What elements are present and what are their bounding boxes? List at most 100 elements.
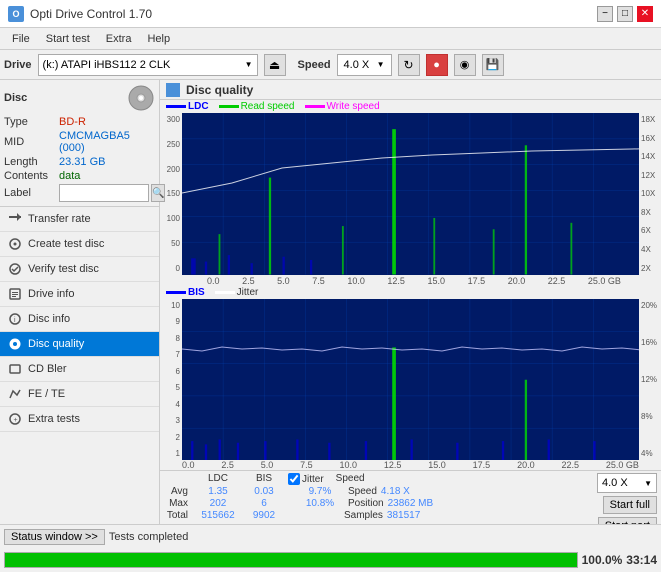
speed-dropdown-value: 4.0 X bbox=[602, 477, 628, 489]
start-full-button[interactable]: Start full bbox=[603, 496, 657, 514]
status-left: Status window >> Tests completed 100.0% … bbox=[0, 525, 661, 572]
title-bar-left: O Opti Drive Control 1.70 bbox=[8, 6, 152, 22]
eject-button[interactable]: ⏏ bbox=[264, 54, 286, 76]
bis-color-swatch bbox=[166, 291, 186, 294]
length-value: 23.31 GB bbox=[59, 156, 105, 168]
disc2-icon[interactable]: ◉ bbox=[454, 54, 476, 76]
verify-disc-icon bbox=[8, 262, 22, 276]
label-label: Label bbox=[4, 187, 59, 199]
upper-y-axis-left: 300 250 200 150 100 50 0 bbox=[160, 113, 182, 275]
total-ldc-value: 515662 bbox=[192, 510, 244, 521]
speed-select[interactable]: 4.0 X ▼ bbox=[337, 54, 392, 76]
lower-y-axis-left: 10 9 8 7 6 5 4 3 2 1 bbox=[160, 299, 182, 461]
maximize-button[interactable]: □ bbox=[617, 6, 633, 22]
progress-bar bbox=[4, 552, 578, 568]
svg-text:i: i bbox=[14, 317, 16, 324]
mid-value: CMCMAGBA5 (000) bbox=[59, 130, 155, 154]
verify-test-disc-label: Verify test disc bbox=[28, 263, 99, 275]
legend-ldc: LDC bbox=[166, 101, 209, 112]
close-button[interactable]: ✕ bbox=[637, 6, 653, 22]
max-ldc-value: 202 bbox=[192, 498, 244, 509]
status-section: Status window >> Tests completed 100.0% … bbox=[0, 524, 661, 572]
stats-bottom-bar: LDC BIS Jitter Speed Avg 1.35 0.03 9.7% … bbox=[160, 470, 661, 524]
lower-chart-bg bbox=[182, 299, 639, 461]
disc-mid-row: MID CMCMAGBA5 (000) bbox=[4, 130, 155, 154]
svg-text:+: + bbox=[14, 417, 18, 424]
disc-graphic bbox=[127, 84, 155, 112]
samples-value: 381517 bbox=[387, 510, 420, 521]
legend-bis: BIS bbox=[166, 287, 205, 298]
position-label-stats: Position bbox=[348, 498, 384, 509]
total-bis-value: 9902 bbox=[244, 510, 284, 521]
sidebar-item-extra-tests[interactable]: + Extra tests bbox=[0, 407, 159, 432]
refresh-icon[interactable]: ↻ bbox=[398, 54, 420, 76]
status-bottom-row: 100.0% 33:14 bbox=[0, 549, 661, 572]
avg-speed-value: 4.18 X bbox=[381, 486, 410, 497]
elapsed-time: 33:14 bbox=[626, 553, 657, 567]
contents-value: data bbox=[59, 170, 80, 182]
menu-file[interactable]: File bbox=[4, 31, 38, 47]
sidebar-item-transfer-rate[interactable]: Transfer rate bbox=[0, 207, 159, 232]
total-row-label: Total bbox=[164, 510, 192, 521]
disc-header: Disc bbox=[4, 84, 155, 112]
stats-col-headers: LDC BIS Jitter Speed bbox=[192, 473, 589, 485]
read-speed-legend-label: Read speed bbox=[241, 101, 295, 112]
title-bar: O Opti Drive Control 1.70 − □ ✕ bbox=[0, 0, 661, 28]
drive-select[interactable]: (k:) ATAPI iHBS112 2 CLK ▼ bbox=[38, 54, 258, 76]
jitter-checkbox[interactable] bbox=[288, 473, 300, 485]
cd-bler-icon bbox=[8, 362, 22, 376]
menu-bar: File Start test Extra Help bbox=[0, 28, 661, 50]
progress-bar-fill bbox=[5, 553, 577, 567]
disc-quality-title: Disc quality bbox=[186, 83, 253, 97]
title-controls: − □ ✕ bbox=[597, 6, 653, 22]
speed-dropdown[interactable]: 4.0 X ▼ bbox=[597, 473, 657, 493]
sidebar-item-fe-te[interactable]: FE / TE bbox=[0, 382, 159, 407]
stats-right-controls: 4.0 X ▼ Start full Start part bbox=[597, 473, 657, 524]
bis-col-header: BIS bbox=[244, 473, 284, 485]
legend-write-speed: Write speed bbox=[305, 101, 380, 112]
disc-contents-row: Contents data bbox=[4, 170, 155, 182]
jitter-header-with-check: Jitter bbox=[288, 473, 324, 485]
drive-select-value: (k:) ATAPI iHBS112 2 CLK bbox=[43, 59, 171, 71]
app-title: Opti Drive Control 1.70 bbox=[30, 7, 152, 21]
sidebar-item-disc-info[interactable]: i Disc info bbox=[0, 307, 159, 332]
menu-start-test[interactable]: Start test bbox=[38, 31, 98, 47]
max-jitter-value: 10.8% bbox=[300, 498, 340, 509]
cd-bler-label: CD Bler bbox=[28, 363, 67, 375]
save-icon[interactable]: 💾 bbox=[482, 54, 504, 76]
disc-info-icon: i bbox=[8, 312, 22, 326]
avg-bis-value: 0.03 bbox=[244, 486, 284, 497]
drive-bar: Drive (k:) ATAPI iHBS112 2 CLK ▼ ⏏ Speed… bbox=[0, 50, 661, 80]
ldc-col-header: LDC bbox=[192, 473, 244, 485]
position-value: 23862 MB bbox=[388, 498, 434, 509]
start-part-button[interactable]: Start part bbox=[598, 517, 657, 524]
speed-label-stats: Speed bbox=[348, 486, 377, 497]
label-input[interactable] bbox=[59, 184, 149, 202]
sidebar-item-cd-bler[interactable]: CD Bler bbox=[0, 357, 159, 382]
lower-chart-svg bbox=[182, 299, 639, 461]
menu-extra[interactable]: Extra bbox=[98, 31, 140, 47]
extra-tests-icon: + bbox=[8, 412, 22, 426]
menu-help[interactable]: Help bbox=[139, 31, 178, 47]
disc-icon[interactable]: ● bbox=[426, 54, 448, 76]
read-speed-color-swatch bbox=[219, 105, 239, 108]
chevron-down-icon: ▼ bbox=[245, 60, 253, 69]
length-label: Length bbox=[4, 156, 59, 168]
type-value: BD-R bbox=[59, 116, 86, 128]
sidebar-item-create-test-disc[interactable]: Create test disc bbox=[0, 232, 159, 257]
sidebar-nav: Transfer rate Create test disc Verify te… bbox=[0, 207, 159, 524]
status-window-button[interactable]: Status window >> bbox=[4, 529, 105, 545]
speed-value: 4.0 X bbox=[344, 59, 370, 71]
minimize-button[interactable]: − bbox=[597, 6, 613, 22]
chevron-down-icon-speed: ▼ bbox=[377, 60, 385, 69]
sidebar-item-disc-quality[interactable]: Disc quality bbox=[0, 332, 159, 357]
upper-chart-svg bbox=[182, 113, 639, 275]
jitter-color-swatch bbox=[215, 291, 235, 294]
upper-y-axis-right: 18X 16X 14X 12X 10X 8X 6X 4X 2X bbox=[639, 113, 661, 275]
sidebar-item-drive-info[interactable]: Drive info bbox=[0, 282, 159, 307]
extra-tests-label: Extra tests bbox=[28, 413, 80, 425]
speed-col-header: Speed bbox=[336, 473, 365, 485]
transfer-rate-label: Transfer rate bbox=[28, 213, 91, 225]
status-top-row: Status window >> Tests completed bbox=[0, 525, 661, 549]
sidebar-item-verify-test-disc[interactable]: Verify test disc bbox=[0, 257, 159, 282]
